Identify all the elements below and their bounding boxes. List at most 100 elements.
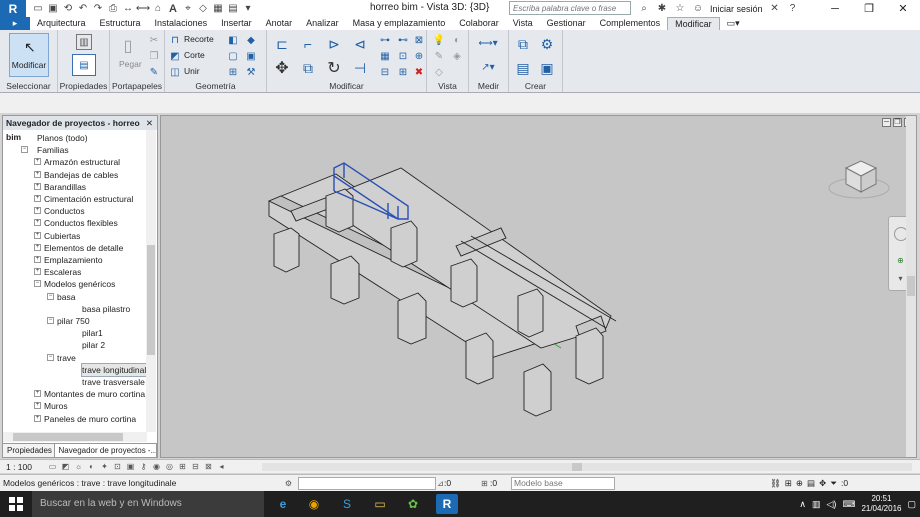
revit-taskbar-icon[interactable]: R (436, 494, 458, 514)
expand-icon[interactable]: + (34, 390, 41, 398)
chevron-up-icon[interactable]: ∧ (799, 499, 806, 510)
tree-item[interactable]: Conductos (44, 205, 85, 217)
tree-item[interactable]: pilar 2 (82, 339, 105, 351)
network-icon[interactable]: ▥ (812, 499, 821, 510)
select-links-icon[interactable]: ⛓ (770, 478, 781, 489)
select-underlay-icon[interactable]: ⊞ (785, 478, 792, 489)
search-input[interactable] (509, 1, 631, 15)
tree-item[interactable]: Barandillas (44, 181, 86, 193)
expand-icon[interactable]: + (34, 268, 41, 276)
unpin-icon[interactable]: ⊠ (411, 33, 427, 47)
tree-item[interactable]: basa pilastro (82, 303, 130, 315)
create-assembly-icon[interactable]: ⧉ (513, 34, 533, 54)
tree-item[interactable]: Cubiertas (44, 230, 80, 242)
render-icon[interactable]: ✦ (99, 462, 110, 472)
scroll-thumb[interactable] (147, 245, 155, 355)
scroll-thumb[interactable] (13, 433, 123, 441)
dimension-icon[interactable]: ⟷ (136, 3, 150, 15)
tree-item[interactable]: Montantes de muro cortina (44, 388, 145, 400)
view-scale[interactable]: 1 : 100 (6, 462, 46, 472)
trim-single-icon[interactable]: ⊟ (377, 65, 393, 79)
expand-icon[interactable]: + (34, 219, 41, 227)
section-icon[interactable]: ◇ (197, 3, 209, 15)
zoom-icon[interactable]: ⊕ (895, 255, 906, 265)
undo-icon[interactable]: ↶ (77, 3, 89, 15)
unlock-view-icon[interactable]: ⚷ (138, 462, 149, 472)
tree-item[interactable]: Planos (todo) (37, 132, 88, 144)
measure-between-icon[interactable]: ⟷▾ (475, 36, 501, 50)
trim-extend-icon[interactable]: ⊣ (349, 58, 371, 78)
properties-icon[interactable]: ▤ (72, 54, 96, 76)
trim-multiple-icon[interactable]: ⊞ (395, 65, 411, 79)
save-icon[interactable]: ▣ (47, 3, 59, 15)
select-pinned-icon[interactable]: ⊕ (796, 478, 803, 489)
exchange-apps-icon[interactable]: ✕ (769, 3, 781, 15)
minimize-view-icon[interactable]: ─ (882, 118, 891, 127)
collapse-icon[interactable]: − (21, 146, 28, 154)
hammer-icon[interactable]: ⚒ (243, 65, 259, 79)
app-menu-button[interactable]: R (0, 0, 26, 17)
tree-item[interactable]: Muros (44, 400, 68, 412)
search-icon[interactable]: ⌕ (638, 3, 650, 15)
tab-gestionar[interactable]: Gestionar (540, 17, 593, 30)
tree-item[interactable]: trave trasversale (82, 376, 145, 388)
copy-icon[interactable]: ❐ (146, 49, 162, 63)
collapse-icon[interactable]: − (47, 353, 54, 361)
browser-vertical-scrollbar[interactable] (146, 130, 156, 432)
tree-item[interactable]: Cimentación estructural (44, 193, 133, 205)
collapse-icon[interactable]: − (47, 317, 54, 324)
move-icon[interactable]: ✥ (271, 58, 293, 78)
browser-horizontal-scrollbar[interactable] (3, 432, 147, 442)
cut-geometry-label[interactable]: Corte (184, 50, 205, 60)
collapse-icon[interactable]: − (47, 292, 54, 300)
split-face-icon[interactable]: ◧ (225, 33, 241, 47)
tab-properties[interactable]: Propiedades (3, 444, 55, 457)
restore-icon[interactable]: ❐ (852, 0, 886, 17)
worksets-icon[interactable]: ⚙ (283, 478, 294, 488)
minimize-icon[interactable]: ─ (818, 0, 852, 17)
switch-windows-icon[interactable]: ▤ (227, 3, 239, 15)
hide-icon[interactable]: 💡 (431, 33, 447, 47)
cut-icon[interactable]: ✂ (146, 33, 162, 47)
taskbar-search[interactable]: Buscar en la web y en Windows (32, 491, 264, 517)
tab-modificar[interactable]: Modificar (667, 17, 720, 30)
customize-qat-icon[interactable]: ▾ (242, 3, 254, 15)
restore-view-icon[interactable]: ❐ (893, 118, 902, 127)
chrome-icon[interactable]: ◉ (303, 494, 325, 514)
file-explorer-icon[interactable]: ▭ (369, 494, 391, 514)
create-similar-icon[interactable]: ▣ (537, 58, 557, 78)
join-icon[interactable]: ◫ (167, 65, 183, 79)
mirror-draw-icon[interactable]: ⊲ (349, 34, 371, 54)
mirror-axis-icon[interactable]: ⊳ (323, 34, 345, 54)
viewport-horizontal-scrollbar[interactable] (262, 463, 912, 471)
tree-item[interactable]: Emplazamiento (44, 254, 103, 266)
close-icon[interactable]: ✕ (146, 116, 153, 130)
expand-icon[interactable]: + (34, 207, 41, 215)
keyboard-icon[interactable]: ⌨ (842, 499, 855, 510)
delete-icon[interactable]: ✖ (411, 65, 427, 79)
expand-icon[interactable]: + (34, 195, 41, 202)
redo-icon[interactable]: ↷ (92, 3, 104, 15)
tree-item[interactable]: Escaleras (44, 266, 81, 278)
sync-icon[interactable]: ⟲ (62, 3, 74, 15)
type-properties-icon[interactable]: ▥ (76, 34, 92, 50)
expand-icon[interactable]: + (34, 182, 41, 190)
edge-icon[interactable]: e (272, 494, 294, 514)
tree-item[interactable]: Paneles de muro cortina (44, 413, 136, 425)
ribbon-minimize-icon[interactable]: ▭▾ (720, 17, 747, 30)
temporary-hide-icon[interactable]: ◉ (151, 462, 162, 472)
model-drawing[interactable] (161, 116, 906, 457)
start-button[interactable] (0, 491, 32, 517)
tab-colaborar[interactable]: Colaborar (452, 17, 506, 30)
tab-vista[interactable]: Vista (506, 17, 540, 30)
match-properties-icon[interactable]: ✎ (146, 65, 162, 79)
3d-view-icon[interactable]: ⌖ (182, 3, 194, 15)
linework-icon[interactable]: ✎ (431, 49, 447, 63)
workset-combo[interactable] (298, 477, 436, 490)
pin-icon[interactable]: ⊕ (411, 49, 427, 63)
app-icon[interactable]: ✿ (402, 494, 424, 514)
tab-insertar[interactable]: Insertar (214, 17, 259, 30)
sign-in-link[interactable]: Iniciar sesión (710, 4, 763, 14)
viewport-vertical-scrollbar[interactable] (906, 116, 916, 457)
split-gap-icon[interactable]: ⊷ (395, 33, 411, 47)
